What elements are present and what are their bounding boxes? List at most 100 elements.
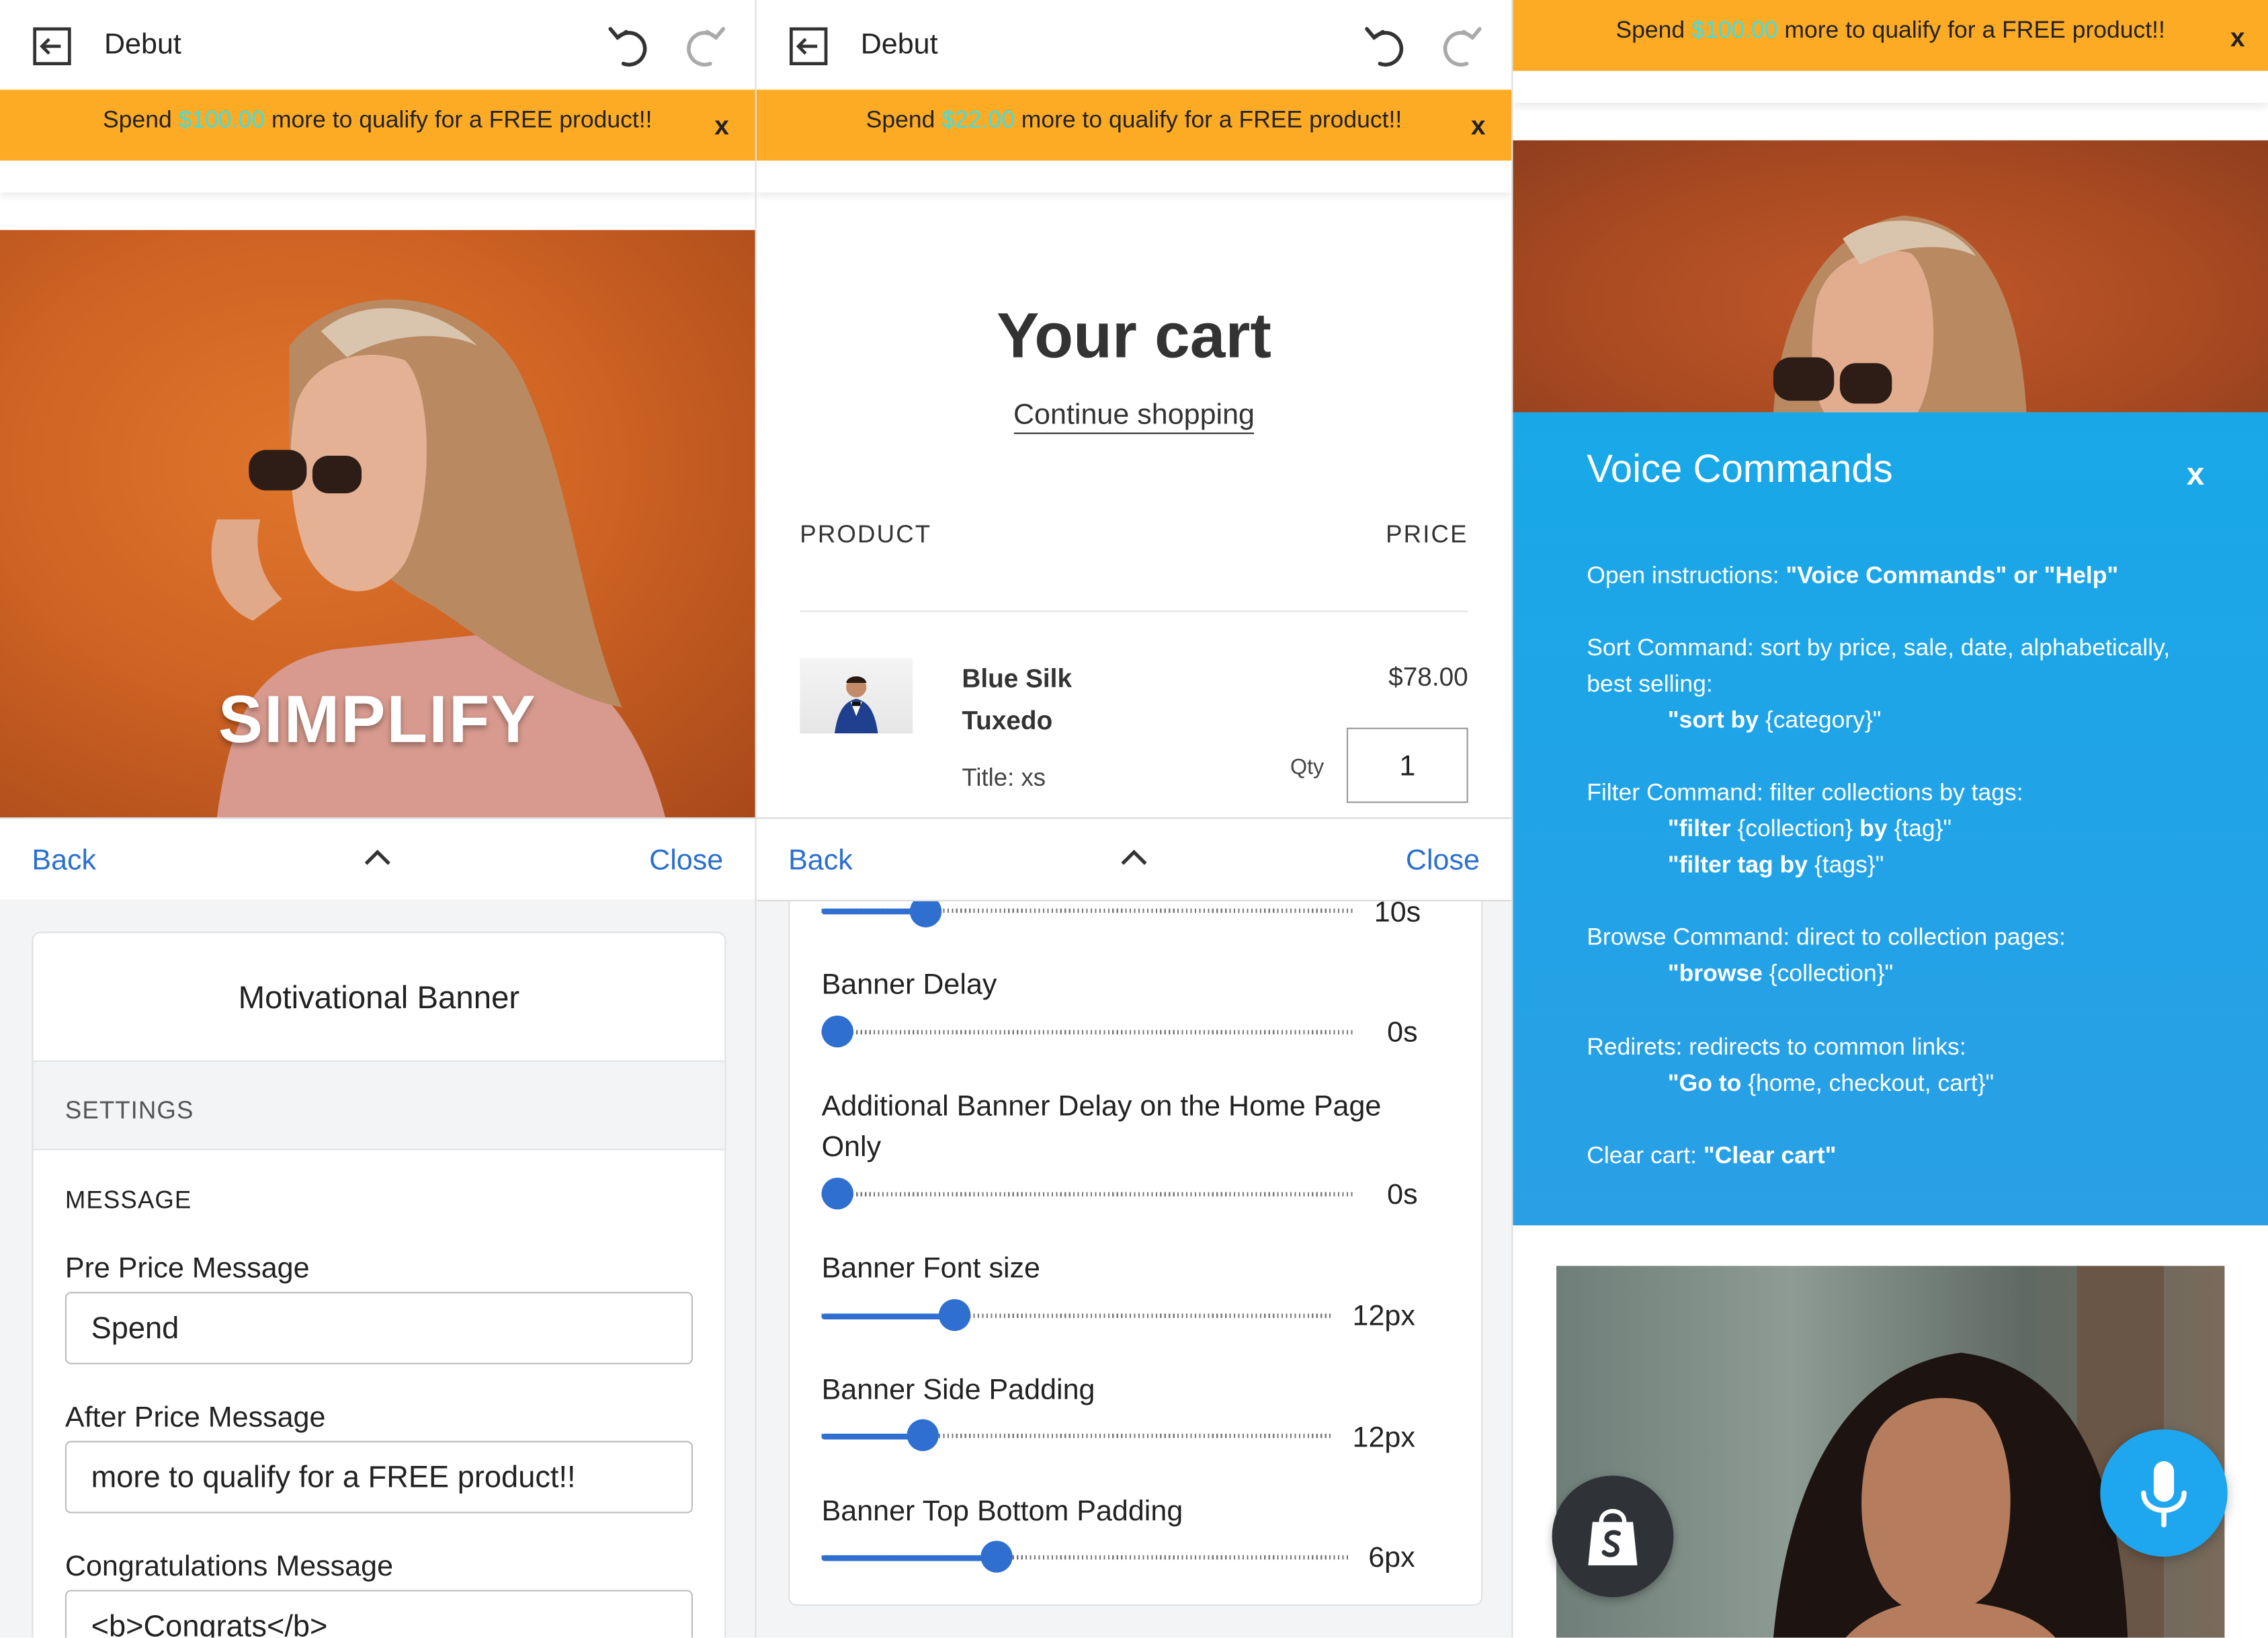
home-delay-handle[interactable] <box>821 1178 853 1210</box>
price-column-header: PRICE <box>1386 520 1468 548</box>
home-delay-value: 0s <box>1387 1179 1418 1211</box>
continue-shopping-label: Continue shopping <box>1013 399 1255 434</box>
back-button[interactable]: Back <box>32 845 96 878</box>
pre-price-label: Pre Price Message <box>65 1252 310 1285</box>
banner-close-button[interactable]: x <box>2230 23 2245 53</box>
hero-title: SIMPLIFY <box>218 681 537 757</box>
voice-text: Open instructions: <box>1587 563 1786 589</box>
banner-post-text: more to qualify for a FREE product!! <box>271 107 653 134</box>
voice-command: by <box>1859 815 1888 842</box>
voice-text: {home, checkout, cart}" <box>1741 1070 1994 1097</box>
banner-message: Spend $100.00 more to qualify for a FREE… <box>1513 17 2268 45</box>
voice-sort-description: Sort Command: sort by price, sale, date,… <box>1587 634 2171 661</box>
close-button[interactable]: Close <box>649 845 723 878</box>
congratulations-label: Congratulations Message <box>65 1551 394 1583</box>
voice-clear-cart: Clear cart: "Clear cart" <box>1587 1139 1836 1175</box>
voice-text: {collection} <box>1730 815 1860 842</box>
editor-panel-cart: Debut Spend $22.00 more to qualify for a… <box>756 0 1512 1638</box>
side-padding-handle[interactable] <box>907 1419 939 1451</box>
banner-delay-value: 0s <box>1387 1017 1418 1049</box>
product-column-header: PRODUCT <box>800 520 932 548</box>
settings-section-label: SETTINGS <box>65 1096 194 1124</box>
editor-topbar: Debut <box>756 0 1512 90</box>
banner-delay-handle[interactable] <box>821 1015 853 1048</box>
cart-divider <box>800 610 1468 612</box>
congratulations-input[interactable]: <b>Congrats</b> <box>65 1590 694 1638</box>
chevron-up-icon[interactable] <box>360 845 395 868</box>
top-bottom-padding-handle[interactable] <box>980 1541 1013 1573</box>
product-name-line1: Blue Silk <box>962 663 1073 694</box>
undo-icon[interactable] <box>605 20 654 69</box>
theme-name: Debut <box>103 29 181 61</box>
banner-close-button[interactable]: x <box>714 112 729 142</box>
redo-icon[interactable] <box>680 20 729 69</box>
slider-value: 10s <box>1374 897 1421 929</box>
settings-card-title: Motivational Banner <box>238 979 520 1016</box>
banner-delay-track[interactable] <box>821 1030 1354 1034</box>
redo-icon[interactable] <box>1436 20 1485 69</box>
voice-open-instructions: Open instructions: "Voice Commands" or "… <box>1587 559 2118 595</box>
product-name-line2: Tuxedo <box>962 706 1053 735</box>
qty-label: Qty <box>1290 755 1325 780</box>
font-size-handle[interactable] <box>938 1299 971 1332</box>
hero-woman-illustration <box>1773 215 2027 413</box>
product-name[interactable]: Blue Silk Tuxedo <box>962 658 1072 742</box>
side-padding-value: 12px <box>1352 1422 1415 1455</box>
voice-mic-button[interactable] <box>2100 1429 2228 1557</box>
voice-commands-title: Voice Commands <box>1587 447 1893 491</box>
back-button[interactable]: Back <box>788 845 853 878</box>
editor-topbar: Debut <box>0 0 755 90</box>
hero-image <box>1513 140 2268 413</box>
banner-post-text: more to qualify for a FREE product!! <box>1784 17 2165 44</box>
shopify-bag-icon <box>1588 1509 1638 1565</box>
banner-message: Spend $22.00 more to qualify for a FREE … <box>757 107 1512 134</box>
pre-price-value: Spend <box>91 1312 179 1346</box>
settings-control-bar: Back Close <box>756 817 1512 901</box>
side-padding-label: Banner Side Padding <box>821 1374 1095 1407</box>
cart-title: Your cart <box>997 300 1271 372</box>
motivational-banner: Spend $100.00 more to qualify for a FREE… <box>0 89 755 161</box>
voice-text: {collection}" <box>1762 960 1894 987</box>
voice-sort-example: "sort by {category}" <box>1668 703 1882 739</box>
voice-command: "Voice Commands" or "Help" <box>1786 563 2119 589</box>
pre-price-input[interactable]: Spend <box>65 1292 694 1364</box>
exit-icon[interactable] <box>788 26 829 67</box>
voice-commands-panel: Voice Commands x Open instructions: "Voi… <box>1513 412 2268 1226</box>
voice-command: "filter tag by <box>1667 852 1808 878</box>
after-price-input[interactable]: more to qualify for a FREE product!! <box>65 1440 694 1514</box>
message-group-label: MESSAGE <box>65 1186 192 1214</box>
voice-text: {tags}" <box>1808 852 1884 878</box>
home-delay-track[interactable] <box>821 1192 1354 1197</box>
banner-close-button[interactable]: x <box>1471 112 1486 142</box>
voice-commands-close-button[interactable]: x <box>2187 456 2204 493</box>
chevron-up-icon[interactable] <box>1117 845 1152 868</box>
voice-filter-example: "filter {collection} by {tag}" <box>1668 812 1951 848</box>
editor-stage: Debut Spend $100.00 more to qualify for … <box>0 0 2268 1638</box>
after-price-value: more to qualify for a FREE product!! <box>91 1461 576 1495</box>
close-button[interactable]: Close <box>1406 845 1480 878</box>
theme-name: Debut <box>860 29 938 61</box>
top-bottom-padding-value: 6px <box>1368 1542 1415 1574</box>
voice-browse-example: "browse {collection}" <box>1668 956 1893 993</box>
voice-filter-description: Filter Command: filter collections by ta… <box>1587 780 2023 806</box>
home-delay-label: Additional Banner Delay on the Home Page… <box>821 1090 1382 1163</box>
continue-shopping-link[interactable]: Continue shopping <box>757 399 1512 434</box>
font-size-fill <box>821 1313 955 1320</box>
banner-delay-label: Banner Delay <box>821 969 997 1001</box>
banner-pre-text: Spend <box>103 107 172 134</box>
banner-post-text: more to qualify for a FREE product!! <box>1021 107 1402 134</box>
motivational-banner: Spend $22.00 more to qualify for a FREE … <box>756 89 1512 161</box>
store-header <box>0 160 755 193</box>
qty-input[interactable]: 1 <box>1346 727 1468 803</box>
undo-icon[interactable] <box>1361 20 1410 69</box>
voice-redirect-description: Redirets: redirects to common links: <box>1587 1034 1966 1061</box>
shopify-button[interactable] <box>1552 1475 1674 1598</box>
exit-icon[interactable] <box>32 26 72 67</box>
voice-text: {tag}" <box>1887 815 1952 842</box>
banner-message: Spend $100.00 more to qualify for a FREE… <box>0 107 755 134</box>
product-thumbnail[interactable] <box>800 658 913 734</box>
banner-amount: $100.00 <box>178 107 265 134</box>
voice-command: "Go to <box>1667 1070 1742 1097</box>
slider-settings-card: 10s Banner Delay 0s Additional Banner De… <box>788 868 1483 1606</box>
microphone-icon <box>2141 1461 2187 1528</box>
